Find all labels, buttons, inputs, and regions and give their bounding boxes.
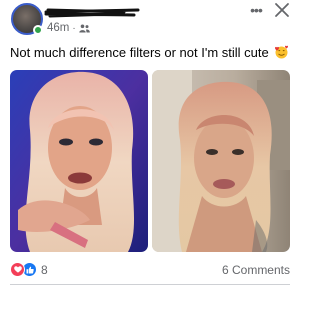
- comments-count-link[interactable]: 6 Comments: [222, 263, 290, 277]
- smiling-face-with-hearts-emoji: [275, 45, 289, 59]
- photo-filtered-image: [10, 70, 148, 252]
- online-status-dot: [33, 25, 43, 35]
- reaction-count: 8: [41, 262, 48, 277]
- friends-icon: [79, 24, 90, 32]
- photo-unfiltered-image: [152, 70, 290, 252]
- post-caption: Not much difference filters or not I'm s…: [10, 45, 269, 60]
- post-timestamp[interactable]: 46m: [47, 22, 69, 34]
- divider: [10, 284, 290, 285]
- redacted-name-scribble: [44, 8, 140, 18]
- reactions-summary[interactable]: 8: [10, 262, 48, 277]
- post-text: Not much difference filters or not I'm s…: [10, 45, 295, 61]
- love-reaction-icon: [10, 262, 25, 277]
- photo-unfiltered[interactable]: [152, 70, 290, 252]
- photo-filtered[interactable]: [10, 70, 148, 252]
- close-icon[interactable]: [274, 2, 290, 18]
- post-header: 46m · •••: [0, 0, 300, 40]
- meta-separator: ·: [72, 22, 76, 34]
- more-horizontal-icon: •••: [250, 2, 263, 18]
- more-options-button[interactable]: •••: [247, 2, 265, 18]
- post-meta: 46m ·: [47, 22, 90, 34]
